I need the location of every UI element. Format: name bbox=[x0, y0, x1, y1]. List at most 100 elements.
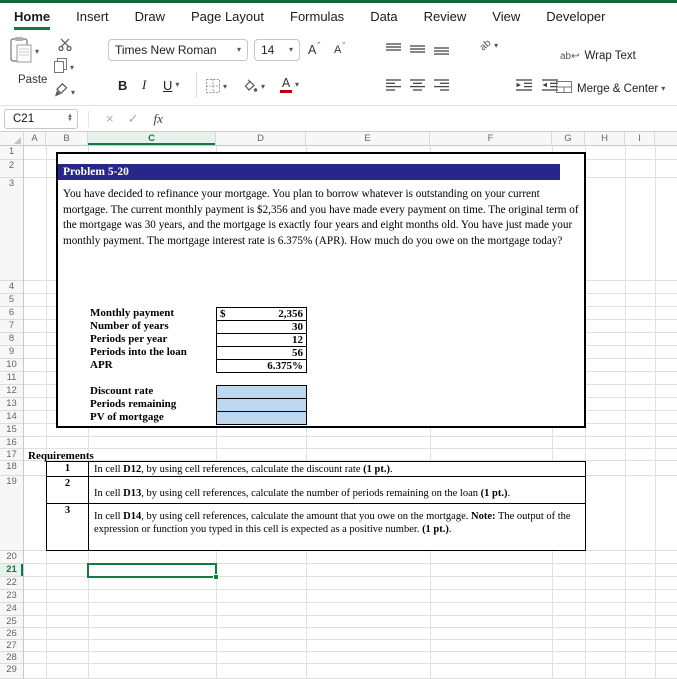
tab-view[interactable]: View bbox=[492, 3, 520, 30]
cell-D7[interactable]: 30 bbox=[216, 320, 307, 334]
font-color-button[interactable]: A ▾ bbox=[280, 74, 299, 96]
cell-D12[interactable] bbox=[216, 385, 307, 399]
name-box-spinner[interactable]: ▲ ▼ bbox=[67, 113, 73, 122]
requirement-3-number: 3 bbox=[47, 504, 89, 550]
orientation-button[interactable]: ab ▾ bbox=[477, 37, 499, 54]
align-top-button[interactable] bbox=[386, 42, 401, 60]
col-header-B[interactable]: B bbox=[46, 132, 88, 145]
row-header-23[interactable]: 23 bbox=[0, 590, 23, 603]
row-header-6[interactable]: 6 bbox=[0, 307, 23, 320]
row-headers: 1 2 3 4 5 6 7 8 9 10 11 12 13 14 15 16 17 18 19 20 21 22 23 24 2… bbox=[0, 146, 24, 679]
tab-home[interactable]: Home bbox=[14, 3, 50, 30]
cell-C7: Number of years bbox=[90, 320, 169, 332]
scissors-icon bbox=[58, 38, 72, 56]
row-header-12[interactable]: 12 bbox=[0, 385, 23, 398]
tab-review[interactable]: Review bbox=[424, 3, 467, 30]
bold-button[interactable]: B bbox=[118, 74, 127, 96]
borders-button[interactable]: ▾ bbox=[206, 76, 227, 98]
ribbon: ▾ Paste ▾ ▾ Times New Roman ▾ 14 ▾ A ˆ A… bbox=[0, 30, 677, 106]
col-header-J[interactable] bbox=[655, 132, 677, 145]
font-size-select[interactable]: 14 ▾ bbox=[254, 39, 300, 61]
col-header-E[interactable]: E bbox=[306, 132, 430, 145]
row-header-9[interactable]: 9 bbox=[0, 346, 23, 359]
row-header-27[interactable]: 27 bbox=[0, 640, 23, 652]
row-header-14[interactable]: 14 bbox=[0, 411, 23, 424]
cancel-icon[interactable]: × bbox=[106, 111, 114, 126]
wrap-text-button[interactable]: ab↩ Wrap Text bbox=[560, 50, 636, 62]
cell-D9[interactable]: 56 bbox=[216, 346, 307, 360]
row-header-22[interactable]: 22 bbox=[0, 577, 23, 590]
row-header-24[interactable]: 24 bbox=[0, 603, 23, 616]
align-right-button[interactable] bbox=[434, 78, 449, 96]
row-header-10[interactable]: 10 bbox=[0, 359, 23, 372]
row-header-15[interactable]: 15 bbox=[0, 424, 23, 437]
tab-formulas[interactable]: Formulas bbox=[290, 3, 344, 30]
tab-draw[interactable]: Draw bbox=[135, 3, 165, 30]
align-bottom-button[interactable] bbox=[434, 42, 449, 60]
cell-D10[interactable]: 6.375% bbox=[216, 359, 307, 373]
cell-D8[interactable]: 12 bbox=[216, 333, 307, 347]
row-header-8[interactable]: 8 bbox=[0, 333, 23, 346]
align-center-button[interactable] bbox=[410, 78, 425, 96]
row-header-28[interactable]: 28 bbox=[0, 652, 23, 664]
italic-button[interactable]: I bbox=[142, 74, 146, 96]
orientation-icon: ab bbox=[477, 37, 494, 54]
copy-button[interactable]: ▾ bbox=[54, 58, 74, 78]
align-top-icon bbox=[386, 42, 401, 59]
col-header-D[interactable]: D bbox=[216, 132, 306, 145]
row-header-29[interactable]: 29 bbox=[0, 664, 23, 679]
shrink-font-icon: ˇ bbox=[342, 41, 346, 51]
row-header-20[interactable]: 20 bbox=[0, 551, 23, 564]
cut-button[interactable] bbox=[58, 38, 72, 56]
col-header-A[interactable]: A bbox=[24, 132, 46, 145]
merge-center-button[interactable]: Merge & Center ▾ bbox=[556, 80, 665, 98]
row-header-19[interactable]: 19 bbox=[0, 476, 23, 551]
row-header-4[interactable]: 4 bbox=[0, 281, 23, 294]
row-header-18[interactable]: 18 bbox=[0, 461, 23, 476]
selected-cell-C21[interactable] bbox=[87, 563, 219, 580]
paste-button[interactable]: ▾ bbox=[10, 36, 39, 68]
row-header-13[interactable]: 13 bbox=[0, 398, 23, 411]
decrease-indent-button[interactable] bbox=[516, 78, 532, 96]
grow-font-button[interactable]: Aˆ bbox=[308, 39, 320, 61]
col-header-C[interactable]: C bbox=[88, 132, 216, 145]
row-header-26[interactable]: 26 bbox=[0, 628, 23, 640]
col-header-F[interactable]: F bbox=[430, 132, 552, 145]
chevron-down-icon: ▾ bbox=[236, 45, 241, 54]
name-box[interactable]: C21 ▲ ▼ bbox=[4, 108, 78, 129]
col-header-H[interactable]: H bbox=[585, 132, 625, 145]
row-header-16[interactable]: 16 bbox=[0, 437, 23, 449]
problem-title: Problem 5-20 bbox=[58, 164, 560, 180]
shrink-font-button[interactable]: Aˇ bbox=[334, 39, 345, 61]
requirement-1-text: In cell D12, by using cell references, c… bbox=[89, 462, 585, 477]
row-header-1[interactable]: 1 bbox=[0, 146, 23, 160]
row-header-11[interactable]: 11 bbox=[0, 372, 23, 385]
row-header-25[interactable]: 25 bbox=[0, 616, 23, 628]
align-middle-button[interactable] bbox=[410, 42, 425, 60]
select-all-corner[interactable] bbox=[0, 132, 24, 145]
fill-handle[interactable] bbox=[213, 574, 219, 580]
chevron-down-icon: ▾ bbox=[494, 40, 499, 50]
cell-D14[interactable] bbox=[216, 411, 307, 425]
format-painter-button[interactable]: ▾ bbox=[54, 82, 75, 103]
cell-D6[interactable]: $2,356 bbox=[216, 307, 307, 321]
tab-page-layout[interactable]: Page Layout bbox=[191, 3, 264, 30]
tab-developer[interactable]: Developer bbox=[546, 3, 605, 30]
insert-function-icon[interactable]: fx bbox=[154, 111, 163, 127]
enter-icon[interactable]: ✓ bbox=[128, 111, 139, 127]
underline-button[interactable]: U ▾ bbox=[163, 74, 179, 96]
cell-D13[interactable] bbox=[216, 398, 307, 412]
row-header-3[interactable]: 3 bbox=[0, 178, 23, 281]
fill-color-button[interactable]: ▾ bbox=[242, 76, 265, 98]
col-header-I[interactable]: I bbox=[625, 132, 655, 145]
align-left-button[interactable] bbox=[386, 78, 401, 96]
font-name-select[interactable]: Times New Roman ▾ bbox=[108, 39, 248, 61]
row-header-17[interactable]: 17 bbox=[0, 449, 23, 461]
tab-insert[interactable]: Insert bbox=[76, 3, 109, 30]
row-header-2[interactable]: 2 bbox=[0, 160, 23, 178]
row-header-21[interactable]: 21 bbox=[0, 564, 23, 577]
row-header-5[interactable]: 5 bbox=[0, 294, 23, 307]
row-header-7[interactable]: 7 bbox=[0, 320, 23, 333]
tab-data[interactable]: Data bbox=[370, 3, 397, 30]
col-header-G[interactable]: G bbox=[552, 132, 585, 145]
